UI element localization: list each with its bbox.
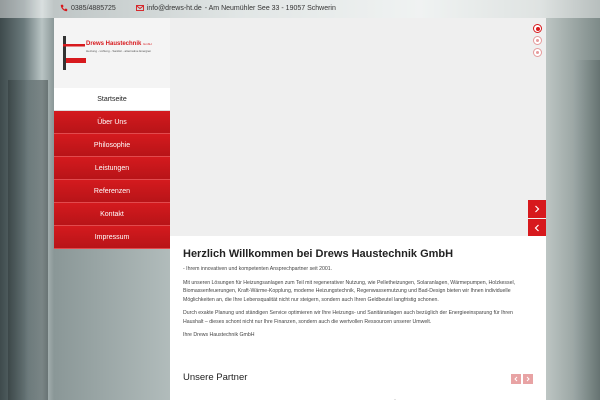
- slider-dot-3[interactable]: [533, 48, 542, 57]
- main-content: Herzlich Willkommen bei Drews Haustechni…: [170, 236, 546, 400]
- partners-heading: Unsere Partner: [183, 372, 248, 383]
- page-title: Herzlich Willkommen bei Drews Haustechni…: [183, 248, 454, 260]
- logo-title: Drews Haustechnik GmbH: [86, 41, 152, 47]
- background-door-right: [574, 60, 600, 400]
- company-logo-icon: [63, 36, 86, 70]
- logo-tagline: Heizung - Lüftung - Sanitär - alternativ…: [86, 49, 152, 53]
- logo-panel[interactable]: Drews Haustechnik GmbH Heizung - Lüftung…: [54, 18, 170, 88]
- slider-dot-2[interactable]: [533, 36, 542, 45]
- logo-name: Drews Haustechnik: [86, 41, 142, 47]
- nav-item-kontakt[interactable]: Kontakt: [54, 203, 170, 226]
- slider-pagination: [533, 24, 542, 57]
- slider-next-button[interactable]: [528, 200, 546, 218]
- chevron-right-icon: [526, 376, 530, 382]
- envelope-icon: [135, 4, 144, 12]
- partners-next-button[interactable]: [523, 374, 533, 384]
- nav-item-ueber-uns[interactable]: Über Uns: [54, 111, 170, 134]
- nav-item-leistungen[interactable]: Leistungen: [54, 157, 170, 180]
- main-navigation: Startseite Über Uns Philosophie Leistung…: [54, 88, 170, 249]
- phone-number[interactable]: 0385/4885725: [71, 5, 116, 12]
- partners-logo-strip: [183, 392, 533, 400]
- slider-dot-1[interactable]: [533, 24, 542, 33]
- top-contact-bar: 0385/4885725 info@drews-ht.de - Am Neumü…: [0, 0, 600, 18]
- paragraph-services: Mit unseren Lösungen für Heizungsanlagen…: [183, 279, 516, 303]
- chevron-left-icon: [534, 224, 539, 232]
- intro-text: - Ihrem innovativen und kompetenten Ansp…: [183, 266, 333, 272]
- slider-prev-button[interactable]: [528, 219, 546, 237]
- address-text: - Am Neumühler See 33 - 19057 Schwerin: [204, 4, 336, 12]
- signature-text: Ihre Drews Haustechnik GmbH: [183, 332, 255, 338]
- background-door-left: [8, 80, 48, 400]
- paragraph-planning: Durch exakte Planung und ständigen Servi…: [183, 310, 513, 325]
- chevron-right-icon: [535, 205, 540, 213]
- logo-suffix: GmbH: [143, 42, 152, 46]
- nav-item-startseite[interactable]: Startseite: [54, 88, 170, 111]
- email-link[interactable]: info@drews-ht.de: [147, 5, 202, 12]
- nav-item-philosophie[interactable]: Philosophie: [54, 134, 170, 157]
- nav-item-referenzen[interactable]: Referenzen: [54, 180, 170, 203]
- partners-prev-button[interactable]: [511, 374, 521, 384]
- chevron-left-icon: [514, 376, 518, 382]
- image-slider: [170, 18, 546, 237]
- partners-carousel-controls: [511, 374, 533, 384]
- phone-icon: [60, 4, 68, 12]
- nav-item-impressum[interactable]: Impressum: [54, 226, 170, 249]
